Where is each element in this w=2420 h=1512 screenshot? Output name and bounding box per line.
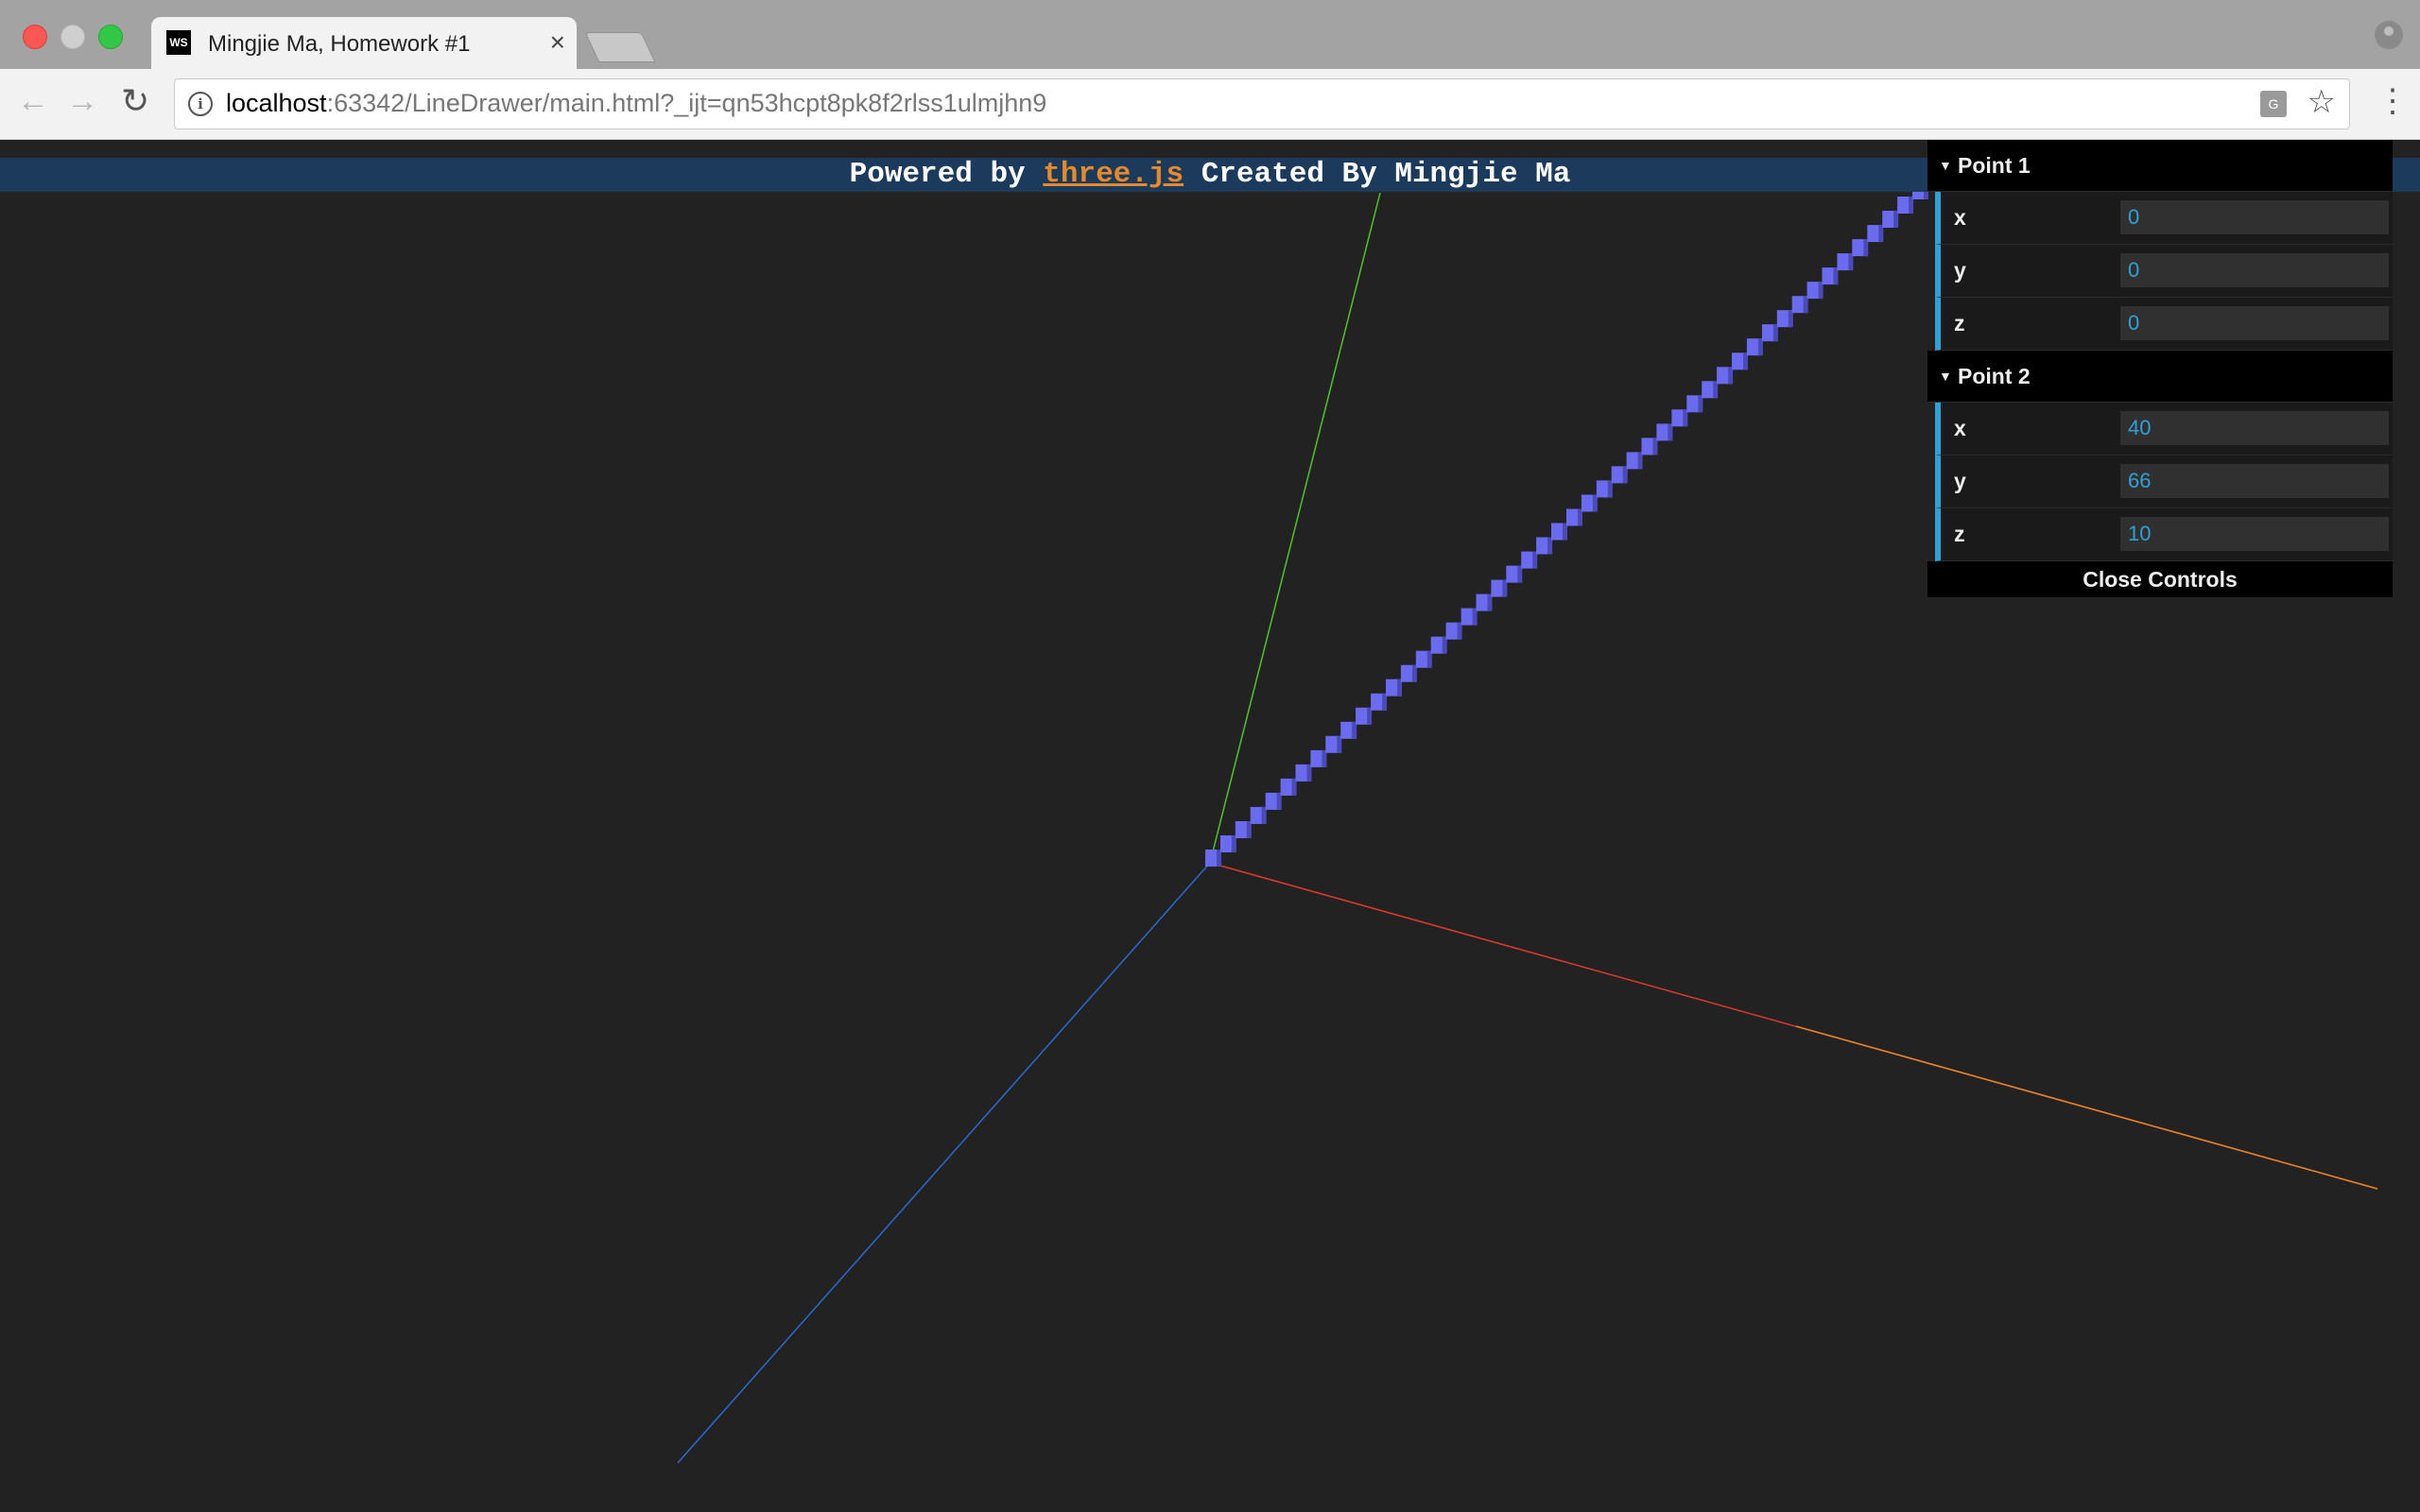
info-icon[interactable]: i bbox=[188, 92, 213, 116]
z-axis-line bbox=[677, 862, 1211, 1464]
point2-x-row: x 40 bbox=[1935, 403, 2393, 455]
point1-y-row: y 0 bbox=[1935, 245, 2393, 298]
point1-y-input[interactable]: 0 bbox=[2120, 253, 2389, 287]
point2-x-input[interactable]: 40 bbox=[2120, 411, 2389, 445]
x-axis-line-far bbox=[1795, 1025, 2378, 1190]
window-close-button[interactable] bbox=[23, 25, 47, 49]
point1-z-input[interactable]: 0 bbox=[2120, 306, 2389, 340]
point1-x-input[interactable]: 0 bbox=[2120, 200, 2389, 234]
window-minimize-button[interactable] bbox=[60, 25, 85, 49]
webstorm-icon: WS bbox=[166, 30, 191, 55]
tab-title: Mingjie Ma, Homework #1 bbox=[208, 31, 471, 57]
address-bar[interactable]: i localhost:63342/LineDrawer/main.html?_… bbox=[174, 78, 2350, 129]
folder-point-1[interactable]: ▼ Point 1 bbox=[1927, 140, 2393, 192]
window-maximize-button[interactable] bbox=[98, 25, 123, 49]
url-host: localhost bbox=[226, 89, 327, 117]
point2-y-input[interactable]: 66 bbox=[2120, 464, 2389, 498]
y-axis-line bbox=[1209, 192, 1381, 864]
star-icon[interactable]: ☆ bbox=[2308, 83, 2336, 121]
caret-down-icon: ▼ bbox=[1939, 369, 1952, 384]
back-arrow-icon[interactable]: ← bbox=[17, 82, 49, 120]
field-label: y bbox=[1954, 258, 1966, 283]
menu-icon[interactable]: ⋮ bbox=[2377, 82, 2409, 120]
folder-title: Point 2 bbox=[1958, 364, 2031, 388]
browser-toolbar: ← → ↻ i localhost:63342/LineDrawer/main.… bbox=[0, 69, 2420, 140]
field-label: x bbox=[1954, 416, 1966, 440]
folder-title: Point 1 bbox=[1958, 153, 2031, 178]
browser-tab[interactable]: WS Mingjie Ma, Homework #1 × bbox=[151, 17, 577, 70]
voxel-line bbox=[1205, 182, 1928, 867]
folder-point-2[interactable]: ▼ Point 2 bbox=[1927, 351, 2393, 403]
profile-icon[interactable] bbox=[2375, 21, 2403, 49]
controls-panel: ▼ Point 1 x 0 y 0 z 0 ▼ Point 2 x 40 y 6… bbox=[1927, 140, 2393, 597]
point2-z-row: z 10 bbox=[1935, 508, 2393, 561]
field-label: x bbox=[1954, 205, 1966, 230]
point1-x-row: x 0 bbox=[1935, 192, 2393, 245]
field-label: z bbox=[1954, 311, 1965, 335]
close-controls-button[interactable]: Close Controls bbox=[1927, 561, 2393, 597]
translate-icon[interactable]: G bbox=[2260, 91, 2287, 117]
browser-titlebar: WS Mingjie Ma, Homework #1 × bbox=[0, 0, 2420, 70]
forward-arrow-icon[interactable]: → bbox=[66, 82, 98, 120]
threejs-link[interactable]: three.js bbox=[1043, 158, 1184, 191]
tab-close-icon[interactable]: × bbox=[550, 26, 565, 59]
reload-icon[interactable]: ↻ bbox=[121, 82, 149, 120]
banner-prefix: Powered by bbox=[849, 158, 1026, 191]
banner-suffix: Created By Mingjie Ma bbox=[1201, 158, 1571, 191]
point2-y-row: y 66 bbox=[1935, 455, 2393, 508]
caret-down-icon: ▼ bbox=[1939, 158, 1952, 173]
page-viewport: Powered by three.js Created By Mingjie M… bbox=[0, 140, 2420, 1512]
point1-z-row: z 0 bbox=[1935, 298, 2393, 351]
point2-z-input[interactable]: 10 bbox=[2120, 517, 2389, 551]
url-path: :63342/LineDrawer/main.html?_ijt=qn53hcp… bbox=[326, 89, 1047, 117]
field-label: z bbox=[1954, 522, 1965, 546]
new-tab-button[interactable] bbox=[584, 32, 656, 62]
url-text[interactable]: localhost:63342/LineDrawer/main.html?_ij… bbox=[226, 89, 1046, 118]
field-label: y bbox=[1954, 469, 1966, 493]
